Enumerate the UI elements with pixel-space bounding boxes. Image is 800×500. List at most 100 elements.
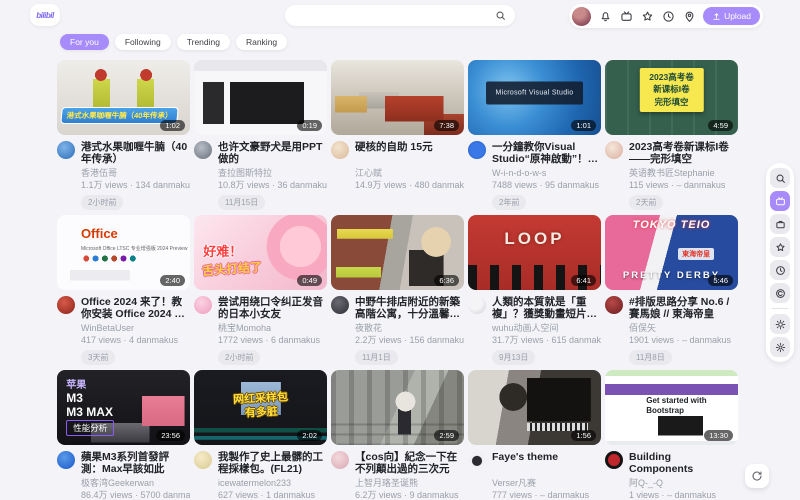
video-thumbnail[interactable]: 2:59 bbox=[331, 370, 464, 445]
sidebar-home-icon[interactable] bbox=[770, 191, 790, 211]
video-title[interactable]: Office 2024 来了！教你安装 Office 2024 预览版! bbox=[81, 296, 190, 320]
video-title[interactable]: 一分鐘教你Visual Studio“原神啟動”！（適用於Blend） bbox=[492, 141, 601, 165]
sidebar-settings-gear-icon[interactable] bbox=[770, 337, 790, 357]
video-card[interactable]: 2023高考卷 新课标I卷 完形填空 4:59 2023高考卷新课标I卷——完形… bbox=[605, 60, 738, 210]
uploader-name[interactable]: 香港伍哥 bbox=[81, 168, 190, 179]
uploader-name[interactable]: 上智月珞圣诞熊 bbox=[355, 478, 464, 489]
video-card[interactable]: TOKYO TEIO PRETTY DERBY 東海帝皇 5:46 #排版思路分… bbox=[605, 215, 738, 365]
video-title[interactable]: 我製作了史上最髒的工程採樣包。(FL21) bbox=[218, 451, 327, 475]
sidebar-briefcase-icon[interactable] bbox=[770, 214, 790, 234]
uploader-avatar[interactable] bbox=[605, 451, 623, 469]
video-title[interactable]: 也许文豪野犬是用PPT做的 bbox=[218, 141, 327, 165]
tab-trending[interactable]: Trending bbox=[177, 34, 230, 50]
video-title[interactable]: 蘋果M3系列首發評測：Max早該如此 bbox=[81, 451, 190, 475]
site-logo[interactable]: bilibil bbox=[30, 4, 60, 26]
video-title[interactable]: 人類的本質就是「重複」？獲獎動畫短片《LOOP》 bbox=[492, 296, 601, 320]
video-title[interactable]: 尝试用绕口令纠正发音的日本小女友 bbox=[218, 296, 327, 320]
uploader-avatar[interactable] bbox=[605, 296, 623, 314]
video-thumbnail[interactable]: Office Microsoft Office LTSC 专业增强版 2024 … bbox=[57, 215, 190, 290]
video-card[interactable]: 7:38 硬核的自助 15元 江心赋 14.9万 views · 480 dan… bbox=[331, 60, 464, 210]
video-thumbnail[interactable]: 港式水果咖喱牛腩（40年传承） 1:02 bbox=[57, 60, 190, 135]
uploader-name[interactable]: 查拉图斯特拉 bbox=[218, 168, 327, 179]
uploader-avatar[interactable] bbox=[194, 451, 212, 469]
sidebar-coin-icon[interactable] bbox=[770, 283, 790, 303]
video-thumbnail[interactable]: TOKYO TEIO PRETTY DERBY 東海帝皇 5:46 bbox=[605, 215, 738, 290]
tv-icon[interactable] bbox=[619, 9, 633, 23]
side-toolbar bbox=[766, 163, 794, 362]
video-thumbnail[interactable]: 1:56 bbox=[468, 370, 601, 445]
video-card[interactable]: 网红采样包 有多脏 2:02 我製作了史上最髒的工程採樣包。(FL21) ice… bbox=[194, 370, 327, 500]
video-card[interactable]: Office Microsoft Office LTSC 专业增强版 2024 … bbox=[57, 215, 190, 365]
uploader-name[interactable]: 佰俣矢 bbox=[629, 323, 738, 334]
uploader-name[interactable]: WinBetaUser bbox=[81, 323, 190, 334]
tab-ranking[interactable]: Ranking bbox=[236, 34, 287, 50]
uploader-name[interactable]: 桃宝Momoha bbox=[218, 323, 327, 334]
uploader-avatar[interactable] bbox=[331, 451, 349, 469]
history-clock-icon[interactable] bbox=[661, 9, 675, 23]
video-title[interactable]: 中野牛排店附近的新築高階公寓，十分溫馨甚至九分乾淨 bbox=[355, 296, 464, 320]
video-card[interactable]: Microsoft Visual Studio 1:01 一分鐘教你Visual… bbox=[468, 60, 601, 210]
uploader-avatar[interactable] bbox=[57, 141, 75, 159]
video-thumbnail[interactable]: Microsoft Visual Studio 1:01 bbox=[468, 60, 601, 135]
notifications-bell-icon[interactable] bbox=[598, 9, 612, 23]
video-card[interactable]: 1:56 Faye's theme Verser凡赛 777 views · –… bbox=[468, 370, 601, 500]
video-thumbnail[interactable]: 6:36 bbox=[331, 215, 464, 290]
uploader-name[interactable]: 夜散花 bbox=[355, 323, 464, 334]
uploader-avatar[interactable] bbox=[194, 296, 212, 314]
uploader-name[interactable]: 英语教书匠Stephanie bbox=[629, 168, 738, 179]
search-icon[interactable] bbox=[495, 10, 506, 21]
uploader-avatar[interactable] bbox=[57, 296, 75, 314]
uploader-name[interactable]: icewatermelon233 bbox=[218, 478, 327, 489]
uploader-avatar[interactable] bbox=[331, 141, 349, 159]
video-card[interactable]: Get started with Bootstrap 13:30 Buildin… bbox=[605, 370, 738, 500]
upload-button[interactable]: Upload bbox=[703, 7, 760, 25]
uploader-avatar[interactable] bbox=[194, 141, 212, 159]
refresh-button[interactable] bbox=[745, 464, 769, 488]
uploader-name[interactable]: wuhu动画人空间 bbox=[492, 323, 601, 334]
favorites-star-icon[interactable] bbox=[640, 9, 654, 23]
video-thumbnail[interactable]: 0:19 bbox=[194, 60, 327, 135]
tab-following[interactable]: Following bbox=[115, 34, 171, 50]
video-thumbnail[interactable]: 苹果 M3 M3 MAX 性能分析 23:56 bbox=[57, 370, 190, 445]
tab-for-you[interactable]: For you bbox=[60, 34, 109, 50]
video-thumbnail[interactable]: 好难！ 舌头打结了 0:49 bbox=[194, 215, 327, 290]
video-card[interactable]: 港式水果咖喱牛腩（40年传承） 1:02 港式水果咖喱牛腩（40年传承） 香港伍… bbox=[57, 60, 190, 210]
uploader-name[interactable]: 极客湾Geekerwan bbox=[81, 478, 190, 489]
video-card[interactable]: 苹果 M3 M3 MAX 性能分析 23:56 蘋果M3系列首發評測：Max早該… bbox=[57, 370, 190, 500]
uploader-name[interactable]: 江心赋 bbox=[355, 168, 464, 179]
video-thumbnail[interactable]: 2023高考卷 新课标I卷 完形填空 4:59 bbox=[605, 60, 738, 135]
sidebar-theme-sun-icon[interactable] bbox=[770, 314, 790, 334]
video-title[interactable]: #排版思路分享 No.6 / 賽馬娘 // 東海帝皇 bbox=[629, 296, 738, 320]
uploader-name[interactable]: Verser凡赛 bbox=[492, 478, 601, 489]
uploader-avatar[interactable] bbox=[605, 141, 623, 159]
uploader-avatar[interactable] bbox=[468, 296, 486, 314]
video-card[interactable]: LOOP 6:41 人類的本質就是「重複」？獲獎動畫短片《LOOP》 wuhu动… bbox=[468, 215, 601, 365]
video-card[interactable]: 6:36 中野牛排店附近的新築高階公寓，十分溫馨甚至九分乾淨 夜散花 2.2万 … bbox=[331, 215, 464, 365]
video-card[interactable]: 好难！ 舌头打结了 0:49 尝试用绕口令纠正发音的日本小女友 桃宝Momoha… bbox=[194, 215, 327, 365]
sidebar-star-icon[interactable] bbox=[770, 237, 790, 257]
uploader-name[interactable]: 阿Q-_-Q bbox=[629, 478, 738, 489]
uploader-name[interactable]: W-i-n-d-o-w-s bbox=[492, 168, 601, 179]
video-title[interactable]: 硬核的自助 15元 bbox=[355, 141, 464, 165]
video-title[interactable]: Faye's theme bbox=[492, 451, 601, 475]
sidebar-search-icon[interactable] bbox=[770, 168, 790, 188]
search-input[interactable] bbox=[285, 10, 495, 21]
user-avatar[interactable] bbox=[572, 7, 591, 26]
uploader-avatar[interactable] bbox=[331, 296, 349, 314]
video-title[interactable]: 港式水果咖喱牛腩（40年传承） bbox=[81, 141, 190, 165]
video-thumbnail[interactable]: LOOP 6:41 bbox=[468, 215, 601, 290]
video-card[interactable]: 0:19 也许文豪野犬是用PPT做的 查拉图斯特拉 10.8万 views · … bbox=[194, 60, 327, 210]
location-pin-icon[interactable] bbox=[682, 9, 696, 23]
video-title[interactable]: 【cos向】紀念一下在不列顛出過的三次元 bbox=[355, 451, 464, 475]
uploader-avatar[interactable] bbox=[468, 141, 486, 159]
video-thumbnail[interactable]: 7:38 bbox=[331, 60, 464, 135]
sidebar-history-icon[interactable] bbox=[770, 260, 790, 280]
video-title[interactable]: Building Components bbox=[629, 451, 738, 475]
video-card[interactable]: 2:59 【cos向】紀念一下在不列顛出過的三次元 上智月珞圣诞熊 6.2万 v… bbox=[331, 370, 464, 500]
video-thumbnail[interactable]: Get started with Bootstrap 13:30 bbox=[605, 370, 738, 445]
uploader-avatar[interactable] bbox=[468, 451, 486, 469]
video-info: 蘋果M3系列首發評測：Max早該如此 极客湾Geekerwan 86.4万 vi… bbox=[57, 451, 190, 500]
uploader-avatar[interactable] bbox=[57, 451, 75, 469]
video-title[interactable]: 2023高考卷新课标I卷——完形填空 bbox=[629, 141, 738, 165]
video-thumbnail[interactable]: 网红采样包 有多脏 2:02 bbox=[194, 370, 327, 445]
